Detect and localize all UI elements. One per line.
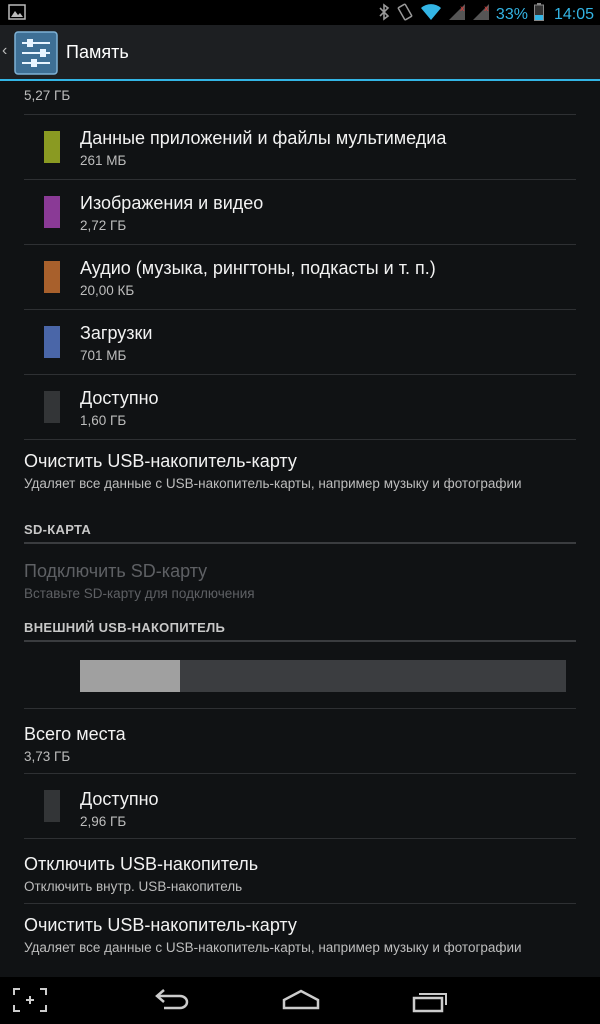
usb-available-value: 2,96 ГБ bbox=[80, 814, 127, 829]
battery-percent: 33% bbox=[495, 5, 528, 23]
storage-category-item[interactable]: Аудио (музыка, рингтоны, подкасты и т. п… bbox=[80, 257, 436, 299]
divider bbox=[24, 114, 576, 115]
status-bar: x x 33% 14:05 bbox=[0, 0, 600, 25]
rotation-lock-icon bbox=[396, 3, 414, 26]
clock: 14:05 bbox=[553, 5, 594, 23]
navigation-bar bbox=[0, 977, 600, 1024]
home-icon[interactable] bbox=[281, 985, 321, 1015]
unmount-usb-title: Отключить USB-накопитель bbox=[24, 854, 259, 874]
screenshot-icon[interactable] bbox=[10, 985, 50, 1015]
category-value: 701 МБ bbox=[80, 348, 127, 363]
category-color-swatch bbox=[44, 326, 60, 358]
erase-external-usb-title: Очистить USB-накопитель-карту bbox=[24, 915, 297, 935]
divider bbox=[24, 838, 576, 839]
category-value: 20,00 КБ bbox=[80, 283, 135, 298]
svg-text:x: x bbox=[460, 4, 465, 13]
category-color-swatch bbox=[44, 196, 60, 228]
usb-usage-bar bbox=[80, 660, 566, 692]
signal-1-icon: x bbox=[448, 3, 466, 26]
category-color-swatch bbox=[44, 391, 60, 423]
divider bbox=[24, 374, 576, 375]
divider bbox=[24, 439, 576, 440]
erase-usb-summary: Удаляет все данные с USB-накопитель-карт… bbox=[24, 476, 522, 491]
unmount-usb-item[interactable]: Отключить USB-накопитель Отключить внутр… bbox=[24, 853, 576, 895]
storage-settings-list[interactable]: 5,27 ГБ Данные приложений и файлы мульти… bbox=[0, 81, 600, 977]
storage-category-item[interactable]: Данные приложений и файлы мультимедиа 261… bbox=[80, 127, 446, 169]
divider bbox=[24, 179, 576, 180]
battery-icon bbox=[533, 3, 544, 26]
section-divider bbox=[24, 640, 576, 642]
signal-2-icon: x bbox=[472, 3, 490, 26]
up-caret-icon[interactable]: ‹ bbox=[2, 42, 7, 60]
erase-external-usb-item[interactable]: Очистить USB-накопитель-карту Удаляет вс… bbox=[24, 914, 576, 956]
mount-sd-title: Подключить SD-карту bbox=[24, 561, 208, 581]
sd-card-header: SD-КАРТА bbox=[24, 522, 92, 537]
category-value: 2,72 ГБ bbox=[80, 218, 127, 233]
divider bbox=[24, 903, 576, 904]
erase-external-usb-summary: Удаляет все данные с USB-накопитель-карт… bbox=[24, 940, 522, 955]
category-title: Загрузки bbox=[80, 323, 153, 343]
gallery-notification-icon bbox=[8, 4, 26, 25]
category-title: Изображения и видео bbox=[80, 193, 264, 213]
usb-usage-used bbox=[80, 660, 181, 692]
usb-total-value: 3,73 ГБ bbox=[24, 749, 71, 764]
category-title: Данные приложений и файлы мультимедиа bbox=[80, 128, 447, 148]
category-color-swatch bbox=[44, 131, 60, 163]
usb-available-swatch bbox=[44, 790, 60, 822]
usb-available-title: Доступно bbox=[80, 789, 159, 809]
action-bar: ‹ Память bbox=[0, 25, 600, 81]
category-title: Доступно bbox=[80, 388, 159, 408]
divider bbox=[24, 773, 576, 774]
recent-apps-icon[interactable] bbox=[410, 985, 450, 1015]
storage-category-item[interactable]: Загрузки 701 МБ bbox=[80, 322, 152, 364]
usb-total-space-item[interactable]: Всего места 3,73 ГБ bbox=[24, 723, 576, 765]
mount-sd-summary: Вставьте SD-карту для подключения bbox=[24, 586, 255, 601]
storage-category-item[interactable]: Доступно 1,60 ГБ bbox=[80, 387, 159, 429]
section-divider bbox=[24, 542, 576, 544]
divider bbox=[24, 708, 576, 709]
category-value: 261 МБ bbox=[80, 153, 127, 168]
category-title: Аудио (музыка, рингтоны, подкасты и т. п… bbox=[80, 258, 436, 278]
bluetooth-icon bbox=[378, 3, 390, 26]
svg-text:x: x bbox=[484, 4, 489, 13]
external-usb-header: ВНЕШНИЙ USB-НАКОПИТЕЛЬ bbox=[24, 620, 226, 635]
back-icon[interactable] bbox=[152, 985, 192, 1015]
page-title: Память bbox=[66, 42, 129, 62]
divider bbox=[24, 309, 576, 310]
category-value: 1,60 ГБ bbox=[80, 413, 127, 428]
erase-usb-title: Очистить USB-накопитель-карту bbox=[24, 451, 297, 471]
settings-sliders-icon[interactable] bbox=[14, 31, 58, 75]
storage-category-item[interactable]: Изображения и видео 2,72 ГБ bbox=[80, 192, 263, 234]
wifi-icon bbox=[420, 3, 442, 26]
divider bbox=[24, 244, 576, 245]
unmount-usb-summary: Отключить внутр. USB-накопитель bbox=[24, 879, 243, 894]
mount-sd-card-item: Подключить SD-карту Вставьте SD-карту дл… bbox=[24, 560, 576, 602]
erase-usb-storage-item[interactable]: Очистить USB-накопитель-карту Удаляет вс… bbox=[24, 450, 576, 492]
storage-total-value: 5,27 ГБ bbox=[24, 88, 71, 103]
usb-available-item[interactable]: Доступно 2,96 ГБ bbox=[80, 788, 159, 830]
usb-total-title: Всего места bbox=[24, 724, 126, 744]
category-color-swatch bbox=[44, 261, 60, 293]
